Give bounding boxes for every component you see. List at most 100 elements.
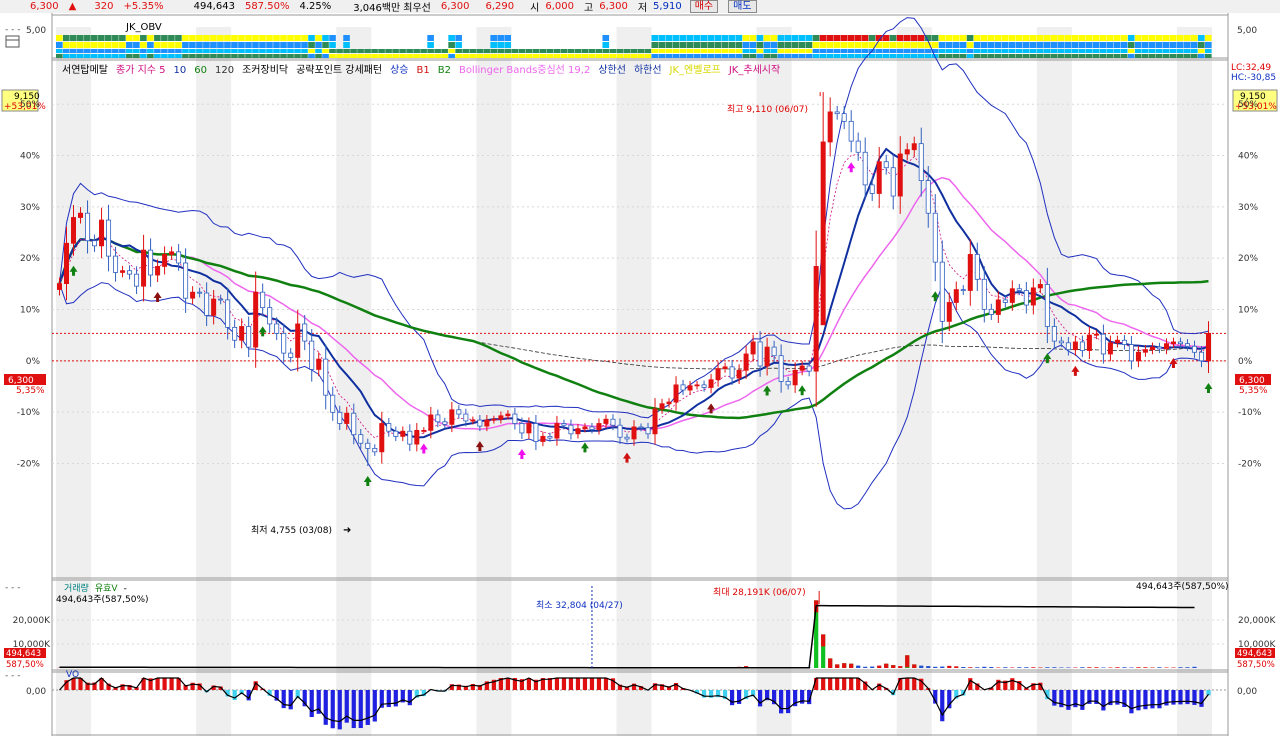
pct-tick-right: -20%: [1238, 459, 1262, 469]
vo-bar: [582, 678, 588, 690]
obv-cell: [63, 42, 70, 48]
obv-cell: [175, 54, 182, 58]
legend-item: JK_엔벨로프: [669, 64, 721, 76]
obv-cell: [427, 49, 434, 53]
obv-cell: [532, 49, 540, 53]
vo-bar: [323, 690, 328, 725]
obv-cell: [749, 49, 757, 53]
candle-body: [267, 307, 273, 325]
obv-cell: [84, 49, 91, 53]
obv-menu-dashes[interactable]: - - -: [5, 25, 20, 35]
candle-body: [421, 429, 427, 432]
obv-cell: [399, 54, 406, 58]
sell-button[interactable]: 매도: [728, 0, 757, 13]
obv-cell: [763, 42, 771, 48]
obv-cell: [1092, 54, 1100, 58]
candle-body: [330, 394, 336, 413]
obv-cell: [819, 35, 827, 41]
obv-cell: [1043, 42, 1051, 48]
obv-cell: [651, 35, 659, 41]
obv-cell: [329, 35, 336, 41]
bid-price-2: 6,290: [485, 1, 515, 12]
obv-cell: [56, 35, 63, 41]
obv-cell: [217, 49, 224, 53]
obv-cell: [847, 49, 855, 53]
buy-button[interactable]: 매수: [689, 0, 719, 13]
obv-cell: [1148, 35, 1156, 41]
vo-bar: [1101, 690, 1106, 711]
candle-body: [197, 291, 203, 294]
obv-cell: [329, 42, 336, 48]
obv-cell: [322, 54, 329, 58]
vo-menu-dashes[interactable]: - - -: [5, 671, 20, 681]
obv-cell: [546, 54, 554, 58]
obv-cell: [784, 49, 792, 53]
vo-bar: [849, 678, 854, 690]
obv-cell: [679, 49, 687, 53]
pct-tick-left: 50%: [20, 100, 40, 110]
obv-cell: [1134, 54, 1142, 58]
obv-cell: [1064, 54, 1072, 58]
obv-cell: [133, 54, 140, 58]
obv-cell: [1071, 54, 1079, 58]
obv-cell: [1169, 54, 1177, 58]
candle-body: [918, 143, 924, 181]
obv-cell: [238, 42, 245, 48]
obv-cell: [343, 54, 350, 58]
obv-cell: [504, 42, 511, 48]
obv-cell: [1204, 54, 1212, 58]
volume-bar: [1157, 667, 1162, 668]
obv-cell: [210, 35, 217, 41]
obv-cell: [805, 35, 813, 41]
vo-bar: [1178, 690, 1183, 705]
pct-tick-right: 10%: [1238, 306, 1258, 316]
candle-body: [785, 381, 791, 386]
candle-body: [99, 219, 105, 247]
obv-cell: [1148, 42, 1156, 48]
obv-cell: [756, 35, 764, 41]
obv-cell: [189, 49, 196, 53]
obv-cell: [266, 49, 273, 53]
candle-body: [757, 341, 763, 367]
obv-cell: [749, 42, 757, 48]
obv-cell: [791, 54, 799, 58]
stripe: [1036, 27, 1072, 736]
obv-cell: [259, 35, 266, 41]
candle-body: [365, 442, 371, 449]
volume-bar: [1087, 667, 1092, 668]
candle-body: [1149, 346, 1155, 351]
obv-cell: [294, 54, 301, 58]
obv-cell: [231, 54, 238, 58]
pct-tick-left: 0%: [26, 357, 41, 367]
obv-cell: [175, 49, 182, 53]
obv-cell: [889, 49, 897, 53]
obv-cell: [756, 49, 764, 53]
obv-cell: [994, 54, 1002, 58]
obv-cell: [1141, 54, 1149, 58]
obv-cell: [245, 49, 252, 53]
obv-cell: [168, 49, 175, 53]
low-price: 5,910: [653, 1, 682, 12]
vo-bar: [393, 690, 398, 707]
candle-body: [624, 436, 630, 440]
obv-cell: [294, 42, 301, 48]
candle-body: [890, 167, 896, 197]
obv-cell: [1043, 49, 1051, 53]
pct-tick-left: -10%: [17, 408, 41, 418]
obv-cell: [238, 35, 245, 41]
chart-canvas[interactable]: - - - JK_OBV 5,00 5,00 LC:32,49 HC:-30,8…: [0, 13, 1280, 736]
obv-cell: [84, 54, 91, 58]
obv-cell: [182, 35, 189, 41]
obv-cell: [686, 42, 694, 48]
candle-body: [827, 111, 833, 143]
candle-body: [995, 299, 1001, 315]
candle-body: [582, 426, 588, 430]
volume-menu-dashes[interactable]: - - -: [5, 583, 20, 593]
volume-bar-top: [828, 658, 833, 668]
obv-cell: [1022, 35, 1030, 41]
candle-body: [589, 426, 595, 430]
obv-cell: [553, 54, 561, 58]
vo-bar: [561, 678, 567, 690]
pct-tick-left: 40%: [20, 152, 40, 162]
legend-item: 조커장비닥: [242, 64, 288, 76]
